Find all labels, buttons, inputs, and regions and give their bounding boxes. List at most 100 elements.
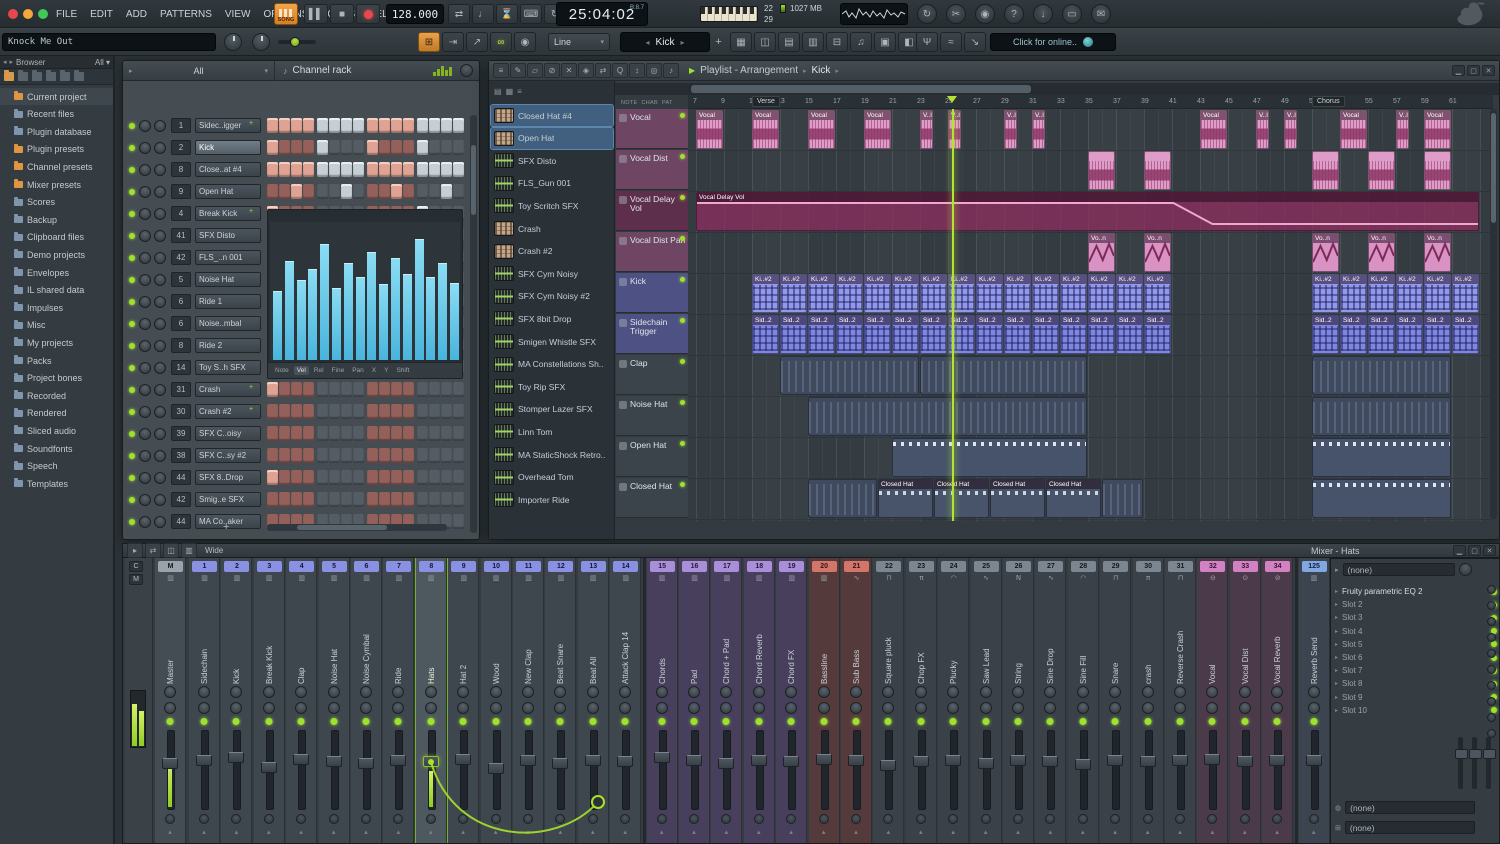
clip-v-l[interactable]: V..l — [1032, 110, 1045, 149]
shuffle-slider[interactable] — [278, 40, 316, 44]
step-cell[interactable] — [279, 162, 290, 177]
stereo-knob[interactable] — [619, 686, 631, 698]
stereo-knob[interactable] — [490, 686, 502, 698]
toggle-piano-roll-icon[interactable]: ◫ — [754, 32, 776, 52]
strip-knob[interactable] — [1078, 814, 1088, 824]
pan-knob[interactable] — [850, 702, 862, 714]
metronome-icon[interactable]: ♩ — [472, 4, 494, 24]
step-cell[interactable] — [303, 162, 314, 177]
clip-sid-2[interactable]: Sid..2 — [808, 315, 835, 354]
clip-closed-hat[interactable]: Closed Hat — [1046, 479, 1101, 518]
clip-ki-2[interactable]: Ki..#2 — [1396, 274, 1423, 313]
fader-handle[interactable] — [261, 762, 277, 773]
mixer-current-button[interactable]: C — [129, 561, 143, 572]
menu-file[interactable]: FILE — [56, 9, 77, 20]
send-arrow-icon[interactable]: ▴ — [429, 828, 433, 836]
clip-vocal[interactable] — [1368, 151, 1395, 190]
step-cell[interactable] — [453, 184, 464, 199]
mixer-track-number[interactable]: 5 — [322, 561, 347, 572]
send-arrow-icon[interactable]: ▴ — [1243, 828, 1247, 836]
clip-vo-n[interactable]: Vo..n — [1144, 233, 1171, 272]
step-cell[interactable] — [453, 404, 464, 419]
slot-knob[interactable] — [1487, 681, 1496, 690]
stereo-knob[interactable] — [882, 686, 894, 698]
step-cell[interactable] — [417, 492, 428, 507]
pause-button[interactable]: ▌▌ — [304, 4, 328, 24]
picker-item-sfx-cym-noisy-2[interactable]: SFX Cym Noisy #2 — [491, 286, 613, 307]
strip-knob[interactable] — [1143, 814, 1153, 824]
fader-handle[interactable] — [783, 756, 799, 767]
stereo-knob[interactable] — [328, 686, 340, 698]
velocity-bar[interactable] — [320, 244, 329, 360]
send-arrow-icon[interactable]: ▴ — [919, 828, 923, 836]
step-cell[interactable] — [417, 426, 428, 441]
send-arrow-icon[interactable]: ▴ — [461, 828, 465, 836]
step-cell[interactable] — [441, 140, 452, 155]
step-cell[interactable] — [403, 184, 414, 199]
mixer-track-number[interactable]: 20 — [812, 561, 837, 572]
send-arrow-icon[interactable]: ▴ — [984, 828, 988, 836]
clip-v-l[interactable]: V..l — [1396, 110, 1409, 149]
clip-ki-2[interactable]: Ki..#2 — [1144, 274, 1171, 313]
channel-number[interactable]: 41 — [171, 228, 191, 243]
send-arrow-icon[interactable]: ▴ — [692, 828, 696, 836]
clip-darkpat[interactable] — [1312, 397, 1451, 436]
send-arrow-icon[interactable]: ▴ — [1275, 828, 1279, 836]
clip-ki-2[interactable]: Ki..#2 — [1088, 274, 1115, 313]
channel-pan-knob[interactable] — [139, 252, 151, 264]
stereo-knob[interactable] — [850, 686, 862, 698]
pan-knob[interactable] — [295, 702, 307, 714]
menu-add[interactable]: ADD — [126, 9, 147, 20]
step-cell[interactable] — [317, 162, 328, 177]
mixer-strip-sub-bass[interactable]: 21∿Sub Bass▴ — [841, 558, 872, 844]
fader-handle[interactable] — [816, 754, 832, 765]
step-cell[interactable] — [341, 426, 352, 441]
mixer-track-number[interactable]: 16 — [682, 561, 707, 572]
step-cell[interactable] — [441, 162, 452, 177]
pan-knob[interactable] — [1044, 702, 1056, 714]
graph-tab-fine[interactable]: Fine — [329, 366, 348, 375]
strip-knob[interactable] — [296, 814, 306, 824]
step-cell[interactable] — [267, 382, 278, 397]
strip-mute-led[interactable] — [982, 718, 989, 725]
clip-sid-2[interactable]: Sid..2 — [1340, 315, 1367, 354]
mixer-track-number[interactable]: 18 — [747, 561, 772, 572]
step-cell[interactable] — [453, 162, 464, 177]
step-cell[interactable] — [441, 184, 452, 199]
browser-item-envelopes[interactable]: Envelopes — [0, 264, 113, 281]
stereo-knob[interactable] — [1012, 686, 1024, 698]
strip-mute-led[interactable] — [1015, 718, 1022, 725]
browser-item-plugin-presets[interactable]: Plugin presets — [0, 141, 113, 158]
channel-pan-knob[interactable] — [139, 296, 151, 308]
picker-grid-icon[interactable]: ▤ — [494, 87, 502, 96]
clip-sid-2[interactable]: Sid..2 — [1004, 315, 1031, 354]
stereo-knob[interactable] — [1174, 686, 1186, 698]
channel-button-noise-hat[interactable]: Noise Hat — [195, 272, 261, 287]
add-pattern-button[interactable]: + — [712, 35, 725, 48]
channel-pan-knob[interactable] — [139, 164, 151, 176]
step-cell[interactable] — [441, 404, 452, 419]
playlist-track-clap[interactable]: Clap — [616, 355, 688, 395]
strip-knob[interactable] — [1110, 814, 1120, 824]
clip-sid-2[interactable]: Sid..2 — [976, 315, 1003, 354]
playlist-track-kick[interactable]: Kick — [616, 273, 688, 313]
step-cell[interactable] — [379, 426, 390, 441]
step-cell[interactable] — [291, 118, 302, 133]
channel-number[interactable]: 42 — [171, 492, 191, 507]
send-arrow-icon[interactable]: ▴ — [660, 828, 664, 836]
fader-handle[interactable] — [552, 758, 568, 769]
strip-mute-led[interactable] — [1310, 718, 1317, 725]
strip-fader[interactable] — [389, 730, 407, 808]
channel-volume-knob[interactable] — [154, 340, 166, 352]
step-cell[interactable] — [291, 492, 302, 507]
next-pattern-icon[interactable]: ▸ — [680, 38, 684, 47]
strip-fader[interactable] — [782, 730, 800, 808]
channel-volume-knob[interactable] — [154, 472, 166, 484]
strip-knob[interactable] — [948, 814, 958, 824]
window-minimize-button[interactable] — [23, 9, 33, 19]
channel-button-fls-n-001[interactable]: FLS_..n 001 — [195, 250, 261, 265]
mixer-strip-pad[interactable]: 16▥Pad▴ — [679, 558, 710, 844]
stop-button[interactable]: ■ — [330, 4, 354, 24]
stereo-knob[interactable] — [915, 686, 927, 698]
step-cell[interactable] — [391, 118, 402, 133]
